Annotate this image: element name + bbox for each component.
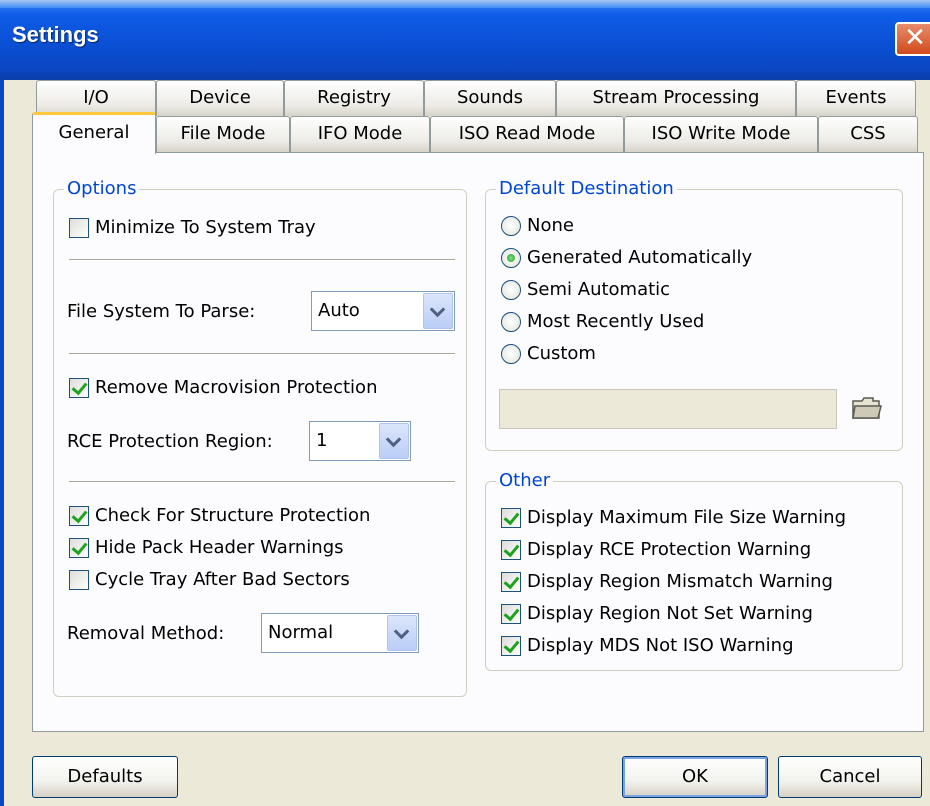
default-destination-group-label: Default Destination [496, 178, 677, 200]
options-separator-3 [69, 481, 455, 483]
other-group-label: Other [496, 470, 554, 492]
custom-destination-path-field[interactable] [499, 389, 837, 429]
tab-sounds[interactable]: Sounds [424, 80, 556, 116]
tab-device[interactable]: Device [156, 80, 284, 116]
check-structure-label: Check For Structure Protection [95, 505, 371, 526]
tab-iso-write-mode[interactable]: ISO Write Mode [624, 116, 818, 152]
hide-pack-check-box[interactable] [69, 537, 89, 558]
rce-region-select[interactable]: 1 [309, 421, 411, 461]
removal-method-select[interactable]: Normal [261, 613, 419, 653]
hide-pack-label: Hide Pack Header Warnings [95, 537, 344, 558]
window-title: Settings [12, 22, 99, 47]
max-file-size-label: Display Maximum File Size Warning [527, 507, 846, 528]
check-structure-check-box[interactable] [69, 505, 89, 526]
other-item-mds-not-iso[interactable]: Display MDS Not ISO Warning [501, 635, 794, 656]
destination-radio-none[interactable] [501, 215, 521, 236]
cycle-tray-label: Cycle Tray After Bad Sectors [95, 569, 350, 590]
file-system-label: File System To Parse: [67, 301, 256, 322]
cancel-button[interactable]: Cancel [778, 756, 922, 798]
remove-macrovision-check-box[interactable] [69, 377, 89, 398]
destination-generated-label: Generated Automatically [527, 247, 753, 268]
remove-macrovision-checkbox[interactable]: Remove Macrovision Protection [69, 377, 377, 398]
destination-none-label: None [527, 215, 574, 236]
tab-registry[interactable]: Registry [284, 80, 424, 116]
window-border-left [0, 80, 4, 806]
destination-option-generated[interactable]: Generated Automatically [501, 247, 752, 268]
tab-ifo-mode[interactable]: IFO Mode [290, 116, 430, 152]
rce-region-label: RCE Protection Region: [67, 431, 273, 452]
destination-recent-label: Most Recently Used [527, 311, 705, 332]
destination-radio-semi[interactable] [501, 279, 521, 300]
file-system-value: Auto [318, 300, 360, 321]
ok-button[interactable]: OK [622, 756, 768, 798]
destination-custom-label: Custom [527, 343, 596, 364]
removal-method-value: Normal [268, 622, 334, 643]
chevron-down-icon[interactable] [379, 423, 409, 459]
destination-option-semi[interactable]: Semi Automatic [501, 279, 670, 300]
tab-io[interactable]: I/O [36, 80, 156, 116]
region-mismatch-label: Display Region Mismatch Warning [527, 571, 833, 592]
tab-stream-processing[interactable]: Stream Processing [556, 80, 796, 116]
remove-macrovision-label: Remove Macrovision Protection [95, 377, 378, 398]
folder-icon[interactable] [851, 395, 883, 421]
tab-iso-read-mode[interactable]: ISO Read Mode [430, 116, 624, 152]
chevron-down-icon[interactable] [423, 293, 453, 329]
destination-radio-recent[interactable] [501, 311, 521, 332]
options-group-label: Options [64, 178, 140, 200]
removal-method-label: Removal Method: [67, 623, 225, 644]
region-mismatch-check-box[interactable] [501, 571, 521, 592]
tab-file-mode[interactable]: File Mode [156, 116, 290, 152]
minimize-tray-label: Minimize To System Tray [95, 217, 316, 238]
options-separator-1 [69, 259, 455, 261]
close-icon[interactable]: ✕ [895, 22, 930, 56]
other-item-rce-protection[interactable]: Display RCE Protection Warning [501, 539, 811, 560]
title-bar-top-strip [0, 0, 930, 8]
rce-region-value: 1 [316, 430, 328, 451]
tab-panel-general: Options Minimize To System Tray File Sys… [32, 152, 924, 732]
cycle-tray-checkbox[interactable]: Cycle Tray After Bad Sectors [69, 569, 350, 590]
check-structure-checkbox[interactable]: Check For Structure Protection [69, 505, 370, 526]
file-system-select[interactable]: Auto [311, 291, 455, 331]
title-bar[interactable]: Settings ✕ [0, 0, 930, 80]
destination-radio-custom[interactable] [501, 343, 521, 364]
rce-protection-label: Display RCE Protection Warning [527, 539, 812, 560]
rce-protection-check-box[interactable] [501, 539, 521, 560]
region-not-set-label: Display Region Not Set Warning [527, 603, 813, 624]
destination-option-recent[interactable]: Most Recently Used [501, 311, 704, 332]
destination-option-none[interactable]: None [501, 215, 574, 236]
minimize-tray-check-box[interactable] [69, 217, 89, 238]
max-file-size-check-box[interactable] [501, 507, 521, 528]
minimize-tray-checkbox[interactable]: Minimize To System Tray [69, 217, 316, 238]
tab-general[interactable]: General [32, 112, 156, 154]
settings-dialog: Settings ✕ I/O Device Registry Sounds St… [0, 0, 930, 806]
other-item-max-file-size[interactable]: Display Maximum File Size Warning [501, 507, 846, 528]
cycle-tray-check-box[interactable] [69, 569, 89, 590]
mds-not-iso-label: Display MDS Not ISO Warning [527, 635, 794, 656]
tab-events[interactable]: Events [796, 80, 916, 116]
region-not-set-check-box[interactable] [501, 603, 521, 624]
defaults-button[interactable]: Defaults [32, 756, 178, 798]
destination-option-custom[interactable]: Custom [501, 343, 596, 364]
other-item-region-not-set[interactable]: Display Region Not Set Warning [501, 603, 813, 624]
other-item-region-mismatch[interactable]: Display Region Mismatch Warning [501, 571, 833, 592]
tab-css[interactable]: CSS [818, 116, 918, 152]
chevron-down-icon[interactable] [387, 615, 417, 651]
hide-pack-checkbox[interactable]: Hide Pack Header Warnings [69, 537, 344, 558]
mds-not-iso-check-box[interactable] [501, 635, 521, 656]
options-separator-2 [69, 353, 455, 355]
destination-radio-generated[interactable] [501, 247, 521, 268]
destination-semi-label: Semi Automatic [527, 279, 671, 300]
